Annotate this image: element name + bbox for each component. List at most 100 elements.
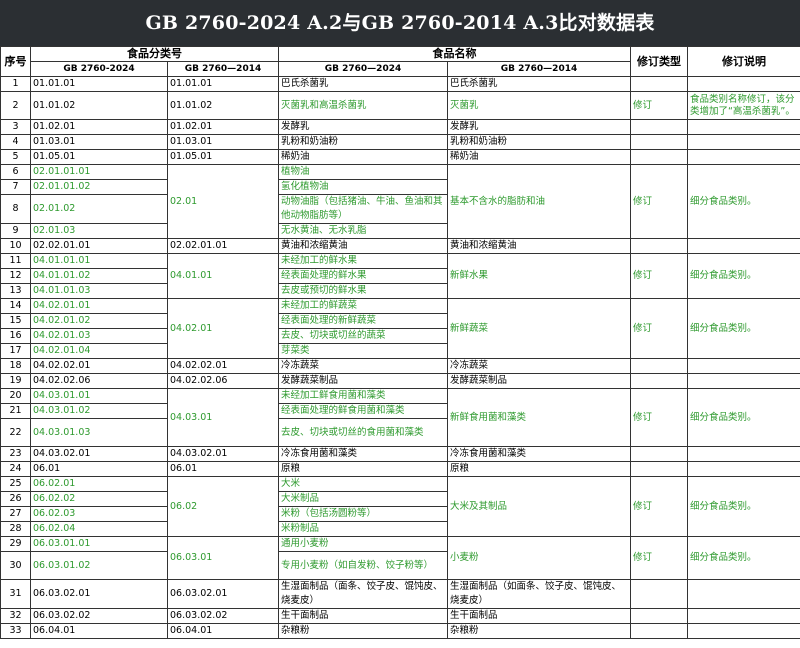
revision-type: 修订 xyxy=(630,253,688,299)
table-row: 5 01.05.01 01.05.01 稀奶油 稀奶油 xyxy=(0,149,800,165)
name-2014: 生湿面制品（如面条、饺子皮、馄饨皮、烧麦皮） xyxy=(447,579,631,609)
name-2024: 生湿面制品（面条、饺子皮、馄饨皮、烧麦皮） xyxy=(278,579,448,609)
name-2014: 原粮 xyxy=(447,461,631,477)
name-2024: 乳粉和奶油粉 xyxy=(278,134,448,150)
revision-type xyxy=(630,119,688,135)
revision-note: 细分食品类别。 xyxy=(687,298,800,359)
name-2014: 杂粮粉 xyxy=(447,623,631,639)
cat-code-2024: 04.02.01.04 xyxy=(30,343,168,359)
revision-note xyxy=(687,373,800,389)
cat-code-2024: 01.01.02 xyxy=(30,91,168,120)
row-seq: 20 xyxy=(0,388,31,404)
cat-code-2014: 04.02.02.01 xyxy=(167,358,279,374)
name-2024: 米粉（包括汤圆粉等） xyxy=(278,506,448,522)
revision-type xyxy=(630,579,688,609)
cat-code-2014: 01.02.01 xyxy=(167,119,279,135)
row-seq: 26 xyxy=(0,491,31,507)
revision-note: 细分食品类别。 xyxy=(687,536,800,580)
name-2024: 杂粮粉 xyxy=(278,623,448,639)
row-seq: 21 xyxy=(0,403,31,419)
revision-note xyxy=(687,76,800,92)
revision-type xyxy=(630,149,688,165)
cat-code-2024: 02.01.02 xyxy=(30,194,168,224)
revision-type xyxy=(630,623,688,639)
revision-type xyxy=(630,608,688,624)
revision-note xyxy=(687,608,800,624)
name-2014: 大米及其制品 xyxy=(447,476,631,537)
row-seq: 33 xyxy=(0,623,31,639)
row-seq: 5 xyxy=(0,149,31,165)
header-name-2014: GB 2760—2014 xyxy=(447,61,631,77)
name-2014: 新鲜水果 xyxy=(447,253,631,299)
cat-code-2014: 04.02.01 xyxy=(167,298,279,359)
name-2024: 无水黄油、无水乳脂 xyxy=(278,223,448,239)
name-2024: 未经加工的鲜蔬菜 xyxy=(278,298,448,314)
name-2024: 经表面处理的新鲜蔬菜 xyxy=(278,313,448,329)
name-2014: 黄油和浓缩黄油 xyxy=(447,238,631,254)
name-2014: 冷冻食用菌和藻类 xyxy=(447,446,631,462)
cat-code-2024: 04.03.01.03 xyxy=(30,418,168,447)
cat-code-2014: 04.01.01 xyxy=(167,253,279,299)
cat-code-2024: 02.01.01.02 xyxy=(30,179,168,195)
revision-type xyxy=(630,446,688,462)
name-2014: 小麦粉 xyxy=(447,536,631,580)
name-2024: 经表面处理的鲜食用菌和藻类 xyxy=(278,403,448,419)
name-2024: 氢化植物油 xyxy=(278,179,448,195)
revision-note xyxy=(687,446,800,462)
cat-code-2024: 04.02.02.06 xyxy=(30,373,168,389)
row-seq: 15 xyxy=(0,313,31,329)
comparison-table: 序号 食品分类号 食品名称 修订类型 修订说明 GB 2760-2024 GB … xyxy=(0,46,800,639)
row-seq: 10 xyxy=(0,238,31,254)
row-seq: 32 xyxy=(0,608,31,624)
row-seq: 29 xyxy=(0,536,31,552)
row-seq: 28 xyxy=(0,521,31,537)
row-seq: 22 xyxy=(0,418,31,447)
revision-type: 修订 xyxy=(630,536,688,580)
name-2024: 发酵乳 xyxy=(278,119,448,135)
cat-code-2024: 06.03.02.02 xyxy=(30,608,168,624)
row-seq: 25 xyxy=(0,476,31,492)
name-2024: 冷冻食用菌和藻类 xyxy=(278,446,448,462)
table-row: 32 06.03.02.02 06.03.02.02 生干面制品 生干面制品 xyxy=(0,608,800,624)
table-row: 25 06.02.01 06.02 大米 大米及其制品 修订 细分食品类别。 xyxy=(0,476,800,537)
table-row: 29 06.03.01.01 06.03.01 通用小麦粉 小麦粉 修订 细分食品类别。 xyxy=(0,536,800,580)
row-seq: 8 xyxy=(0,194,31,224)
table-row: 33 06.04.01 06.04.01 杂粮粉 杂粮粉 xyxy=(0,623,800,639)
name-2024: 稀奶油 xyxy=(278,149,448,165)
row-seq: 27 xyxy=(0,506,31,522)
revision-type xyxy=(630,134,688,150)
cat-code-2024: 04.01.01.01 xyxy=(30,253,168,269)
table-row: 3 01.02.01 01.02.01 发酵乳 发酵乳 xyxy=(0,119,800,135)
name-2024: 生干面制品 xyxy=(278,608,448,624)
table-row: 4 01.03.01 01.03.01 乳粉和奶油粉 乳粉和奶油粉 xyxy=(0,134,800,150)
name-2024: 原粮 xyxy=(278,461,448,477)
table-row: 31 06.03.02.01 06.03.02.01 生湿面制品（面条、饺子皮、馄饨皮… xyxy=(0,579,800,609)
row-seq: 9 xyxy=(0,223,31,239)
name-2014: 基本不含水的脂肪和油 xyxy=(447,164,631,239)
row-seq: 7 xyxy=(0,179,31,195)
cat-code-2024: 04.02.01.02 xyxy=(30,313,168,329)
cat-code-2024: 01.02.01 xyxy=(30,119,168,135)
row-seq: 13 xyxy=(0,283,31,299)
revision-note: 细分食品类别。 xyxy=(687,164,800,239)
row-seq: 4 xyxy=(0,134,31,150)
name-2024: 通用小麦粉 xyxy=(278,536,448,552)
table-row: 14 04.02.01.01 04.02.01 未经加工的鲜蔬菜 新鲜蔬菜 修订 细分食品类… xyxy=(0,298,800,359)
cat-code-2024: 04.03.01.02 xyxy=(30,403,168,419)
cat-code-2014: 01.03.01 xyxy=(167,134,279,150)
revision-type: 修订 xyxy=(630,91,688,120)
name-2024: 去皮或预切的鲜水果 xyxy=(278,283,448,299)
header-name-group: 食品名称 xyxy=(278,46,631,62)
cat-code-2014: 02.02.01.01 xyxy=(167,238,279,254)
name-2024: 芽菜类 xyxy=(278,343,448,359)
revision-note: 食品类别名称修订，该分类增加了“高温杀菌乳”。 xyxy=(687,91,800,120)
row-seq: 14 xyxy=(0,298,31,314)
revision-note xyxy=(687,623,800,639)
revision-note xyxy=(687,238,800,254)
cat-code-2014: 01.01.02 xyxy=(167,91,279,120)
header-cat-2014: GB 2760—2014 xyxy=(167,61,279,77)
cat-code-2014: 06.02 xyxy=(167,476,279,537)
cat-code-2014: 01.05.01 xyxy=(167,149,279,165)
name-2014: 发酵乳 xyxy=(447,119,631,135)
cat-code-2024: 04.03.02.01 xyxy=(30,446,168,462)
